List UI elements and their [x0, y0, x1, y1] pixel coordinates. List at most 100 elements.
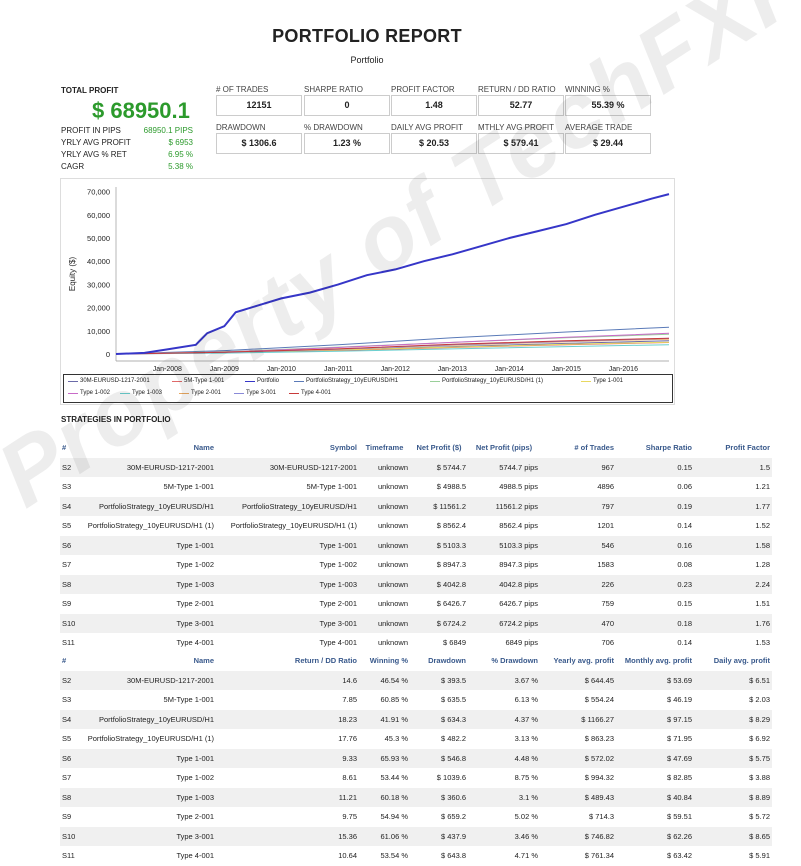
table-cell: 6426.7 pips [499, 599, 538, 609]
table-row: S3 5M-Type 1-001 7.85 60.85 % $ 635.5 6.13 % $… [60, 690, 772, 710]
table-cell: unknown [377, 521, 408, 531]
legend-item[interactable]: Type 1-001 [581, 378, 623, 384]
table-cell: $ 6426.7 [436, 599, 466, 609]
summary-value: $ 6953 [168, 138, 193, 147]
table-row: S6 Type 1-001 9.33 65.93 % $ 546.8 4.48 % $ 57… [60, 748, 772, 768]
table-cell: S9 [62, 599, 72, 609]
table-cell: 14.6 [216, 670, 359, 690]
table-cell: $ 572.02 [540, 748, 616, 768]
table-cell: $ 5.75 [694, 748, 772, 768]
table-cell: unknown [377, 599, 408, 609]
table-cell: 17.76 [338, 734, 357, 744]
table-cell: 1.53 [755, 638, 770, 648]
column-header: Monthly avg. profit [624, 656, 692, 666]
table-cell: 1.76 [694, 613, 772, 633]
legend-swatch [294, 380, 304, 382]
column-header: Timeframe [365, 443, 404, 453]
table-cell: 30M-EURUSD-1217-2001 [216, 457, 359, 477]
table-cell: Type 1-002 [319, 560, 357, 570]
total-profit-value: $ 68950.1 [92, 98, 190, 123]
table-cell: 15.36 [216, 826, 359, 846]
table-row: S5 PortfolioStrategy_10yEURUSD/H1 (1) Port… [60, 516, 772, 536]
table-cell: $ 82.85 [666, 773, 692, 783]
table-cell: S7 [62, 773, 72, 783]
table-cell: 4988.5 pips [499, 482, 538, 492]
legend-item[interactable]: PortfolioStrategy_10yEURUSD/H1 (1) [430, 378, 543, 384]
table-row: S10 Type 3-001 15.36 61.06 % $ 437.9 3.46 % $ … [60, 826, 772, 846]
table-cell: $ 97.15 [616, 709, 694, 729]
summary-label: CAGR [61, 162, 85, 171]
table-cell: $ 6.92 [749, 734, 770, 744]
table-cell: unknown [359, 535, 410, 555]
table-cell: 0.08 [677, 560, 692, 570]
table-cell: $ 714.3 [588, 812, 614, 822]
table-cell: unknown [359, 496, 410, 516]
table-cell: 60.85 % [380, 695, 408, 705]
table-cell: 4.71 % [514, 851, 538, 861]
table-cell: 65.93 % [359, 748, 410, 768]
table-cell: $ 746.82 [540, 826, 616, 846]
table-cell: $ 2.03 [749, 695, 770, 705]
table-cell: 0.15 [677, 599, 692, 609]
column-header: Name [193, 656, 214, 666]
column-header: Net Profit ($) [416, 443, 462, 453]
legend-swatch [289, 392, 299, 394]
table-cell: 18.23 [216, 709, 359, 729]
table-cell: 1.52 [755, 521, 770, 531]
column-header: Drawdown [428, 656, 466, 666]
table-cell: 0.14 [677, 521, 692, 531]
summary-value: 6.95 % [168, 150, 193, 159]
legend-swatch [430, 380, 440, 382]
table-cell: 226 [540, 574, 616, 594]
table-cell: S4 [60, 709, 82, 729]
table-cell: PortfolioStrategy_10yEURUSD/H1 (1) [87, 521, 214, 531]
table-cell: 3.67 % [468, 670, 540, 690]
table-cell: S9 [62, 812, 72, 822]
table-cell: PortfolioStrategy_10yEURUSD/H1 (1) [230, 521, 357, 531]
table-cell: S7 [62, 560, 72, 570]
table-cell: $ 53.69 [616, 670, 694, 690]
y-tick-label: 50,000 [87, 234, 110, 243]
table-cell: $ 4988.5 [436, 482, 466, 492]
table-cell: Type 2-001 [319, 599, 357, 609]
table-cell: 1.77 [694, 496, 772, 516]
table-cell: 3.46 % [468, 826, 540, 846]
table-cell: S10 [60, 826, 82, 846]
table-cell: 546 [540, 535, 616, 555]
table-cell: $ 659.2 [440, 812, 466, 822]
table-cell: Type 1-002 [176, 560, 214, 570]
column-header: Yearly avg. profit [553, 656, 614, 666]
table-cell: 1.58 [694, 535, 772, 555]
strategies-table: # Name Symbol Timeframe Net Profit ($) Net Pr… [60, 438, 772, 653]
table-cell: PortfolioStrategy_10yEURUSD/H1 [82, 496, 216, 516]
table-cell: 8.75 % [514, 773, 538, 783]
y-tick-label: 60,000 [87, 211, 110, 220]
table-cell: PortfolioStrategy_10yEURUSD/H1 [216, 496, 359, 516]
x-tick-label: Jan-2015 [552, 366, 581, 373]
table-cell: 8.61 [342, 773, 357, 783]
table-row: S11 Type 4-001 10.64 53.54 % $ 643.8 4.71 % $ … [60, 846, 772, 866]
table-row: S10 Type 3-001 Type 3-001 unknown $ 6724.2 67… [60, 613, 772, 633]
table-cell: 53.54 % [380, 851, 408, 861]
legend-item[interactable]: Type 4-001 [289, 390, 331, 396]
table-cell: 470 [540, 613, 616, 633]
table-cell: 1201 [597, 521, 614, 531]
table-cell: unknown [377, 560, 408, 570]
table-cell: 5103.3 pips [468, 535, 540, 555]
summary-label: PROFIT IN PIPS [61, 126, 121, 135]
summary-label: YRLY AVG % RET [61, 150, 127, 159]
table-cell: $ 5103.3 [410, 535, 468, 555]
table-cell: $ 8.65 [694, 826, 772, 846]
summary-row: PROFIT IN PIPS 68950.1 PIPS [61, 126, 193, 135]
summary-row: CAGR 5.38 % [61, 162, 193, 171]
table-cell: $ 46.19 [666, 695, 692, 705]
table-row: S9 Type 2-001 9.75 54.94 % $ 659.2 5.02 % $ 71… [60, 807, 772, 827]
y-tick-label: 40,000 [87, 257, 110, 266]
table-row: S2 30M-EURUSD-1217-2001 14.6 46.54 % $ 393.5… [60, 670, 772, 690]
table-cell: 967 [540, 457, 616, 477]
table-cell: 6724.2 pips [468, 613, 540, 633]
table-cell: S5 [62, 734, 72, 744]
legend-item[interactable]: PortfolioStrategy_10yEURUSD/H1 [294, 378, 398, 384]
table-cell: $ 5744.7 [410, 457, 468, 477]
table-row: S6 Type 1-001 Type 1-001 unknown $ 5103.3 510… [60, 535, 772, 555]
